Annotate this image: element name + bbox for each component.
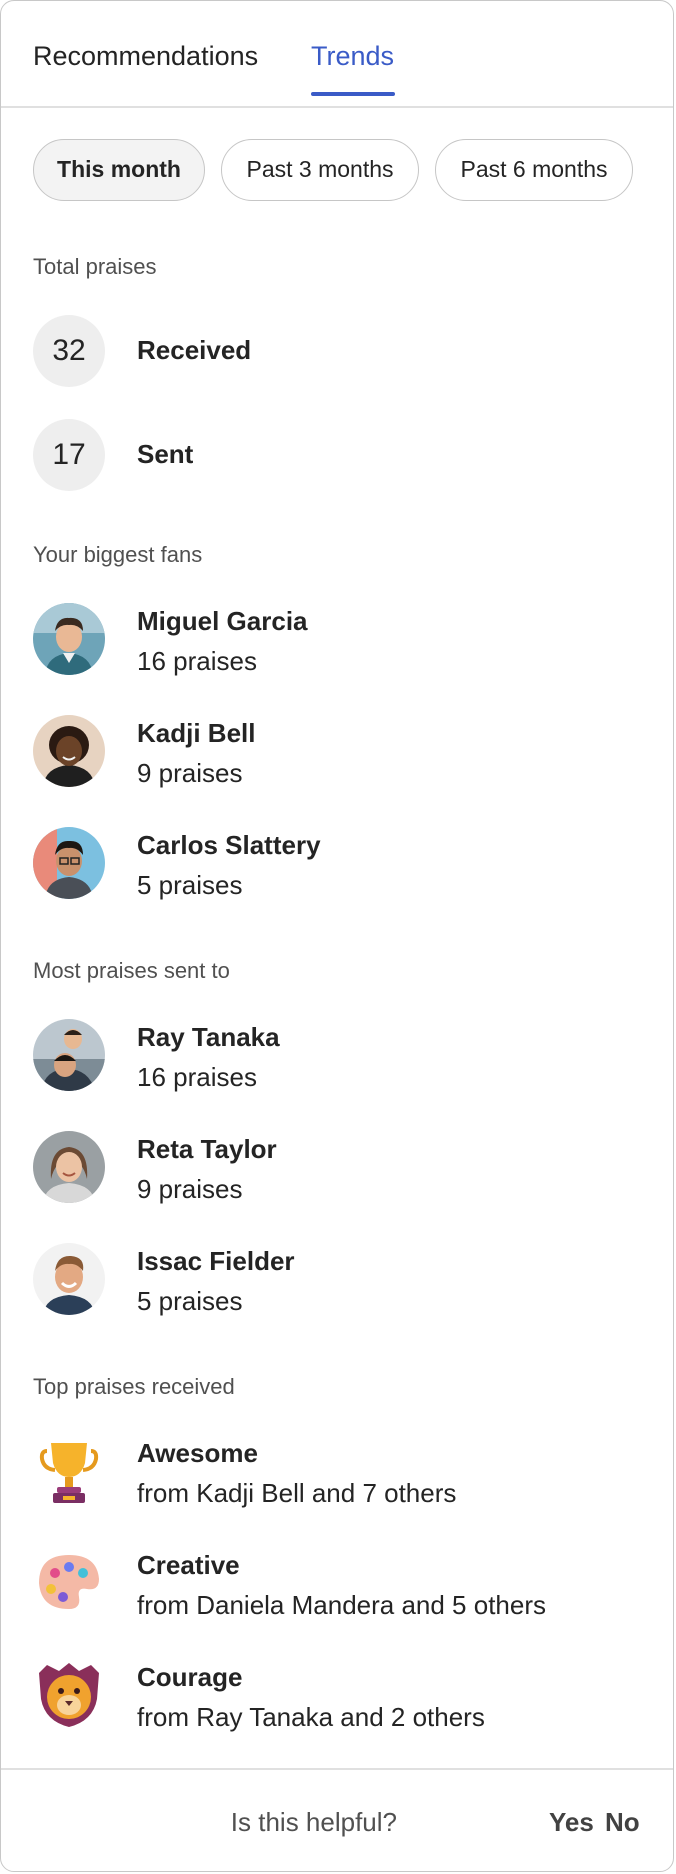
recipient-praise-count: 5 praises <box>137 1286 243 1316</box>
fan-name: Miguel Garcia <box>137 606 308 636</box>
fan-name: Kadji Bell <box>137 718 256 748</box>
trophy-icon <box>33 1435 105 1507</box>
praise-title: Awesome <box>137 1438 258 1468</box>
active-tab-indicator <box>311 92 395 96</box>
tab-bar: Recommendations Trends <box>1 1 673 108</box>
recipient-name: Reta Taylor <box>137 1134 277 1164</box>
praise-from: from Daniela Mandera and 5 others <box>137 1590 547 1620</box>
feedback-yes-button[interactable]: Yes <box>549 1807 594 1838</box>
feedback-question: Is this helpful? <box>230 1807 397 1837</box>
received-count: 32 <box>33 315 105 387</box>
tab-recommendations[interactable]: Recommendations <box>33 39 258 73</box>
feedback-no-button[interactable]: No <box>605 1807 640 1838</box>
top-praises-heading: Top praises received <box>33 1374 235 1399</box>
filter-this-month[interactable]: This month <box>33 139 205 201</box>
palette-icon <box>33 1547 105 1619</box>
fan-praise-count: 16 praises <box>137 646 257 676</box>
praise-title: Courage <box>137 1662 243 1692</box>
tab-trends[interactable]: Trends <box>311 39 394 73</box>
avatar[interactable] <box>33 827 105 899</box>
avatar[interactable] <box>33 1243 105 1315</box>
biggest-fans-heading: Your biggest fans <box>33 542 203 567</box>
avatar[interactable] <box>33 603 105 675</box>
trends-card: Recommendations Trends This month Past 3… <box>0 0 674 1872</box>
most-sent-to-heading: Most praises sent to <box>33 958 230 983</box>
sent-label: Sent <box>137 439 194 469</box>
filter-past-6-months[interactable]: Past 6 months <box>435 139 633 201</box>
fan-name: Carlos Slattery <box>137 830 321 860</box>
fan-praise-count: 5 praises <box>137 870 243 900</box>
avatar[interactable] <box>33 715 105 787</box>
recipient-name: Ray Tanaka <box>137 1022 280 1052</box>
received-label: Received <box>137 335 252 365</box>
praise-from: from Kadji Bell and 7 others <box>137 1478 457 1508</box>
sent-count: 17 <box>33 419 105 491</box>
recipient-name: Issac Fielder <box>137 1246 295 1276</box>
filter-past-3-months[interactable]: Past 3 months <box>221 139 419 201</box>
fan-praise-count: 9 praises <box>137 758 243 788</box>
praise-title: Creative <box>137 1550 240 1580</box>
lion-icon <box>33 1659 105 1731</box>
praise-from: from Ray Tanaka and 2 others <box>137 1702 485 1732</box>
recipient-praise-count: 9 praises <box>137 1174 243 1204</box>
avatar[interactable] <box>33 1019 105 1091</box>
recipient-praise-count: 16 praises <box>137 1062 257 1092</box>
total-praises-heading: Total praises <box>33 254 157 279</box>
avatar[interactable] <box>33 1131 105 1203</box>
